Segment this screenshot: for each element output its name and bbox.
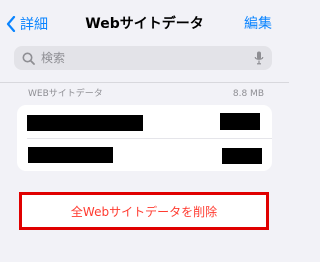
redacted-site-name [28,147,113,163]
section-header: WEBサイトデータ 8.8 MB [28,88,264,100]
search-bar[interactable] [14,46,272,70]
redacted-site-name [27,115,143,131]
edit-button[interactable]: 編集 [244,14,272,34]
navigation-bar: 詳細 Webサイトデータ 編集 [0,0,289,44]
website-data-list [17,105,272,171]
list-item[interactable] [17,138,272,171]
redacted-site-size [222,148,262,164]
delete-all-label: 全Webサイトデータを削除 [70,204,218,219]
microphone-icon[interactable] [254,51,264,65]
list-item[interactable] [17,105,272,138]
search-input[interactable] [41,48,254,68]
delete-all-website-data-button[interactable]: 全Webサイトデータを削除 [19,192,269,230]
redacted-site-size [220,113,260,130]
section-header-label: WEBサイトデータ [28,89,103,99]
search-icon [22,52,35,65]
divider [0,82,289,83]
total-size: 8.8 MB [232,89,264,99]
